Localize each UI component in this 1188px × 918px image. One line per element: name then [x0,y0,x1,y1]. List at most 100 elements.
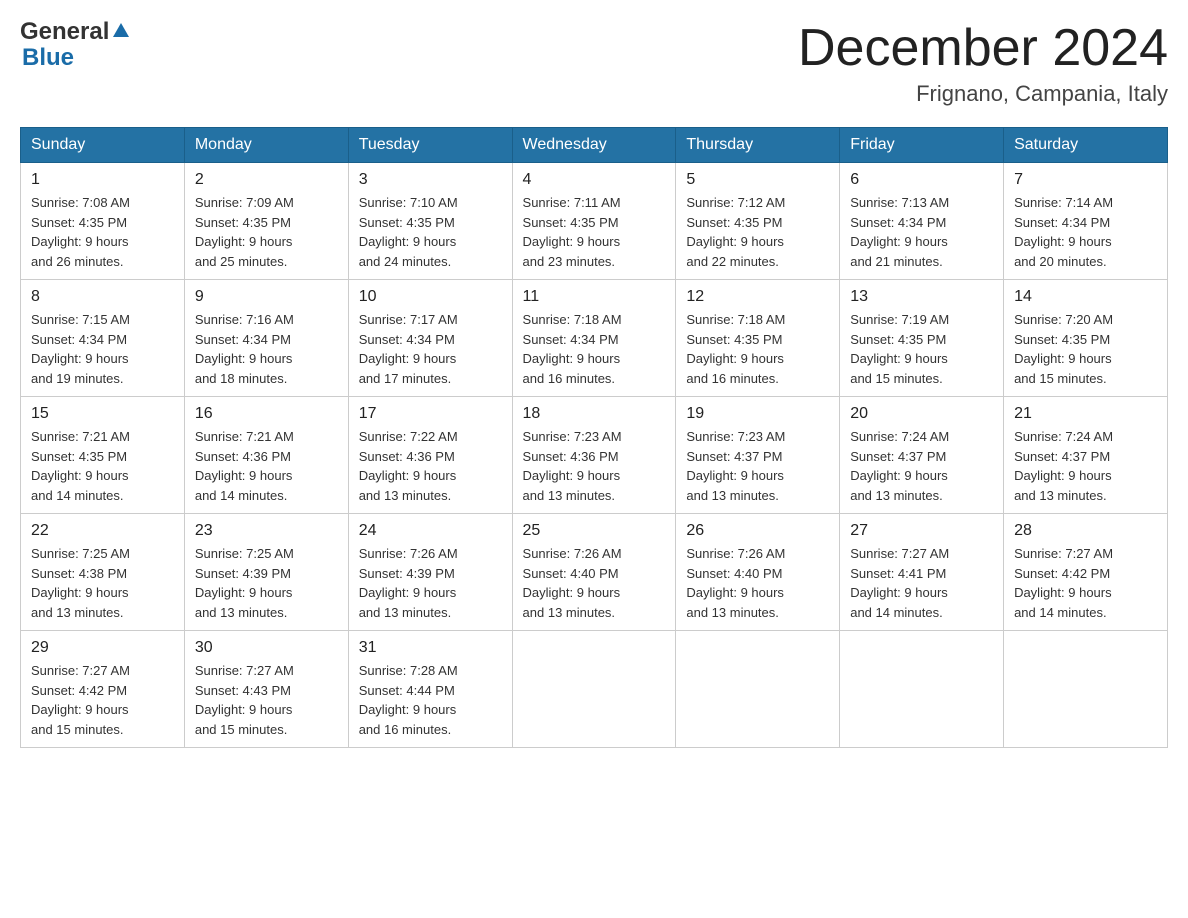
day-number: 14 [1014,288,1157,306]
day-info: Sunrise: 7:19 AM Sunset: 4:35 PM Dayligh… [850,310,993,388]
location-text: Frignano, Campania, Italy [798,81,1168,107]
day-number: 18 [523,405,666,423]
calendar-week-row: 29 Sunrise: 7:27 AM Sunset: 4:42 PM Dayl… [21,631,1168,748]
calendar-day-cell: 3 Sunrise: 7:10 AM Sunset: 4:35 PM Dayli… [348,163,512,280]
col-tuesday: Tuesday [348,128,512,163]
calendar-day-cell: 27 Sunrise: 7:27 AM Sunset: 4:41 PM Dayl… [840,514,1004,631]
day-number: 9 [195,288,338,306]
day-info: Sunrise: 7:23 AM Sunset: 4:36 PM Dayligh… [523,427,666,505]
day-number: 21 [1014,405,1157,423]
day-number: 16 [195,405,338,423]
day-number: 30 [195,639,338,657]
day-number: 8 [31,288,174,306]
calendar-day-cell: 25 Sunrise: 7:26 AM Sunset: 4:40 PM Dayl… [512,514,676,631]
day-number: 28 [1014,522,1157,540]
calendar-day-cell: 12 Sunrise: 7:18 AM Sunset: 4:35 PM Dayl… [676,280,840,397]
calendar-day-cell: 14 Sunrise: 7:20 AM Sunset: 4:35 PM Dayl… [1004,280,1168,397]
day-number: 15 [31,405,174,423]
day-info: Sunrise: 7:10 AM Sunset: 4:35 PM Dayligh… [359,193,502,271]
day-number: 19 [686,405,829,423]
calendar-week-row: 1 Sunrise: 7:08 AM Sunset: 4:35 PM Dayli… [21,163,1168,280]
day-info: Sunrise: 7:24 AM Sunset: 4:37 PM Dayligh… [850,427,993,505]
day-info: Sunrise: 7:27 AM Sunset: 4:42 PM Dayligh… [31,661,174,739]
calendar-day-cell [512,631,676,748]
logo-triangle-icon [112,21,130,43]
day-number: 5 [686,171,829,189]
calendar-day-cell: 31 Sunrise: 7:28 AM Sunset: 4:44 PM Dayl… [348,631,512,748]
calendar-day-cell: 13 Sunrise: 7:19 AM Sunset: 4:35 PM Dayl… [840,280,1004,397]
col-thursday: Thursday [676,128,840,163]
day-info: Sunrise: 7:25 AM Sunset: 4:38 PM Dayligh… [31,544,174,622]
calendar-day-cell [676,631,840,748]
calendar-day-cell: 28 Sunrise: 7:27 AM Sunset: 4:42 PM Dayl… [1004,514,1168,631]
day-info: Sunrise: 7:26 AM Sunset: 4:40 PM Dayligh… [686,544,829,622]
day-number: 13 [850,288,993,306]
calendar-day-cell: 10 Sunrise: 7:17 AM Sunset: 4:34 PM Dayl… [348,280,512,397]
day-info: Sunrise: 7:21 AM Sunset: 4:35 PM Dayligh… [31,427,174,505]
day-number: 20 [850,405,993,423]
day-info: Sunrise: 7:22 AM Sunset: 4:36 PM Dayligh… [359,427,502,505]
day-info: Sunrise: 7:14 AM Sunset: 4:34 PM Dayligh… [1014,193,1157,271]
calendar-week-row: 22 Sunrise: 7:25 AM Sunset: 4:38 PM Dayl… [21,514,1168,631]
day-info: Sunrise: 7:27 AM Sunset: 4:41 PM Dayligh… [850,544,993,622]
day-info: Sunrise: 7:12 AM Sunset: 4:35 PM Dayligh… [686,193,829,271]
calendar-day-cell: 29 Sunrise: 7:27 AM Sunset: 4:42 PM Dayl… [21,631,185,748]
calendar-day-cell: 15 Sunrise: 7:21 AM Sunset: 4:35 PM Dayl… [21,397,185,514]
calendar-day-cell: 7 Sunrise: 7:14 AM Sunset: 4:34 PM Dayli… [1004,163,1168,280]
day-info: Sunrise: 7:08 AM Sunset: 4:35 PM Dayligh… [31,193,174,271]
calendar-day-cell: 19 Sunrise: 7:23 AM Sunset: 4:37 PM Dayl… [676,397,840,514]
calendar-day-cell: 2 Sunrise: 7:09 AM Sunset: 4:35 PM Dayli… [184,163,348,280]
day-info: Sunrise: 7:26 AM Sunset: 4:39 PM Dayligh… [359,544,502,622]
calendar-table: Sunday Monday Tuesday Wednesday Thursday… [20,127,1168,748]
day-info: Sunrise: 7:16 AM Sunset: 4:34 PM Dayligh… [195,310,338,388]
month-title: December 2024 [798,20,1168,77]
calendar-header: Sunday Monday Tuesday Wednesday Thursday… [21,128,1168,163]
day-number: 27 [850,522,993,540]
day-info: Sunrise: 7:20 AM Sunset: 4:35 PM Dayligh… [1014,310,1157,388]
day-info: Sunrise: 7:21 AM Sunset: 4:36 PM Dayligh… [195,427,338,505]
day-number: 17 [359,405,502,423]
calendar-day-cell: 30 Sunrise: 7:27 AM Sunset: 4:43 PM Dayl… [184,631,348,748]
col-saturday: Saturday [1004,128,1168,163]
calendar-day-cell: 11 Sunrise: 7:18 AM Sunset: 4:34 PM Dayl… [512,280,676,397]
day-number: 3 [359,171,502,189]
day-info: Sunrise: 7:15 AM Sunset: 4:34 PM Dayligh… [31,310,174,388]
day-info: Sunrise: 7:24 AM Sunset: 4:37 PM Dayligh… [1014,427,1157,505]
day-number: 25 [523,522,666,540]
day-info: Sunrise: 7:23 AM Sunset: 4:37 PM Dayligh… [686,427,829,505]
calendar-day-cell [1004,631,1168,748]
day-number: 7 [1014,171,1157,189]
day-info: Sunrise: 7:27 AM Sunset: 4:43 PM Dayligh… [195,661,338,739]
day-info: Sunrise: 7:25 AM Sunset: 4:39 PM Dayligh… [195,544,338,622]
day-number: 24 [359,522,502,540]
day-number: 6 [850,171,993,189]
day-number: 23 [195,522,338,540]
calendar-day-cell: 6 Sunrise: 7:13 AM Sunset: 4:34 PM Dayli… [840,163,1004,280]
day-info: Sunrise: 7:26 AM Sunset: 4:40 PM Dayligh… [523,544,666,622]
day-info: Sunrise: 7:28 AM Sunset: 4:44 PM Dayligh… [359,661,502,739]
calendar-week-row: 15 Sunrise: 7:21 AM Sunset: 4:35 PM Dayl… [21,397,1168,514]
day-info: Sunrise: 7:18 AM Sunset: 4:34 PM Dayligh… [523,310,666,388]
day-number: 26 [686,522,829,540]
calendar-day-cell [840,631,1004,748]
col-monday: Monday [184,128,348,163]
day-number: 31 [359,639,502,657]
calendar-day-cell: 23 Sunrise: 7:25 AM Sunset: 4:39 PM Dayl… [184,514,348,631]
calendar-day-cell: 18 Sunrise: 7:23 AM Sunset: 4:36 PM Dayl… [512,397,676,514]
day-number: 29 [31,639,174,657]
day-info: Sunrise: 7:18 AM Sunset: 4:35 PM Dayligh… [686,310,829,388]
calendar-day-cell: 22 Sunrise: 7:25 AM Sunset: 4:38 PM Dayl… [21,514,185,631]
day-info: Sunrise: 7:11 AM Sunset: 4:35 PM Dayligh… [523,193,666,271]
day-number: 2 [195,171,338,189]
calendar-day-cell: 17 Sunrise: 7:22 AM Sunset: 4:36 PM Dayl… [348,397,512,514]
day-info: Sunrise: 7:17 AM Sunset: 4:34 PM Dayligh… [359,310,502,388]
calendar-day-cell: 1 Sunrise: 7:08 AM Sunset: 4:35 PM Dayli… [21,163,185,280]
calendar-body: 1 Sunrise: 7:08 AM Sunset: 4:35 PM Dayli… [21,163,1168,748]
calendar-day-cell: 21 Sunrise: 7:24 AM Sunset: 4:37 PM Dayl… [1004,397,1168,514]
logo: General Blue [20,20,130,72]
day-number: 10 [359,288,502,306]
day-info: Sunrise: 7:27 AM Sunset: 4:42 PM Dayligh… [1014,544,1157,622]
calendar-day-cell: 5 Sunrise: 7:12 AM Sunset: 4:35 PM Dayli… [676,163,840,280]
day-number: 22 [31,522,174,540]
calendar-day-cell: 26 Sunrise: 7:26 AM Sunset: 4:40 PM Dayl… [676,514,840,631]
